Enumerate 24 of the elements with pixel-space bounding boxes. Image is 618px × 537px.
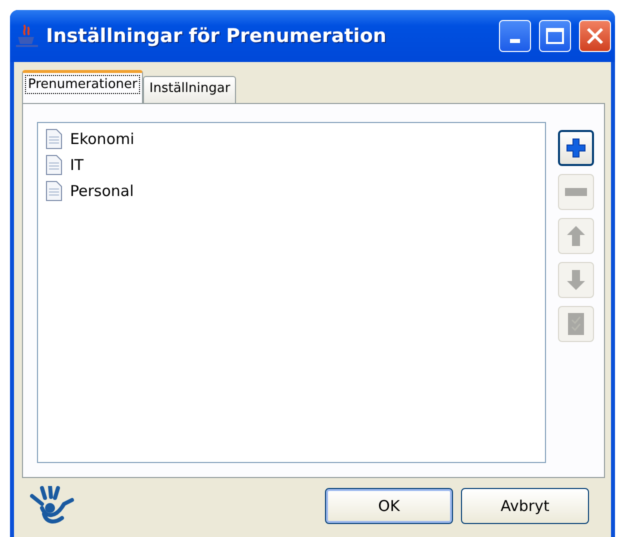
- list-item[interactable]: Personal: [70, 182, 134, 200]
- tab[interactable]: Inställningar: [143, 76, 236, 103]
- close-icon: [586, 27, 604, 45]
- arrow-down-icon: [567, 270, 585, 290]
- document-icon: [46, 181, 62, 201]
- arrow-up-icon: [567, 226, 585, 246]
- add-button[interactable]: [558, 130, 594, 166]
- tab[interactable]: Prenumerationer: [22, 70, 144, 103]
- minimize-button[interactable]: [499, 20, 531, 52]
- minimize-icon: [510, 39, 520, 43]
- list-item[interactable]: Ekonomi: [70, 130, 134, 148]
- coffee-cup-icon: [16, 23, 38, 49]
- list-item[interactable]: IT: [70, 156, 84, 174]
- maximize-icon: [546, 28, 564, 44]
- document-icon: [46, 129, 62, 149]
- maximize-button[interactable]: [539, 20, 571, 52]
- plus-icon: [565, 137, 587, 159]
- dialog-button[interactable]: Avbryt: [461, 488, 589, 524]
- dialog-button[interactable]: OK: [325, 488, 453, 524]
- document-icon: [46, 155, 62, 175]
- minus-icon: [565, 188, 587, 196]
- checklist-icon: [568, 313, 584, 335]
- close-button[interactable]: [579, 20, 611, 52]
- window-title: Inställningar för Prenumeration: [46, 25, 388, 47]
